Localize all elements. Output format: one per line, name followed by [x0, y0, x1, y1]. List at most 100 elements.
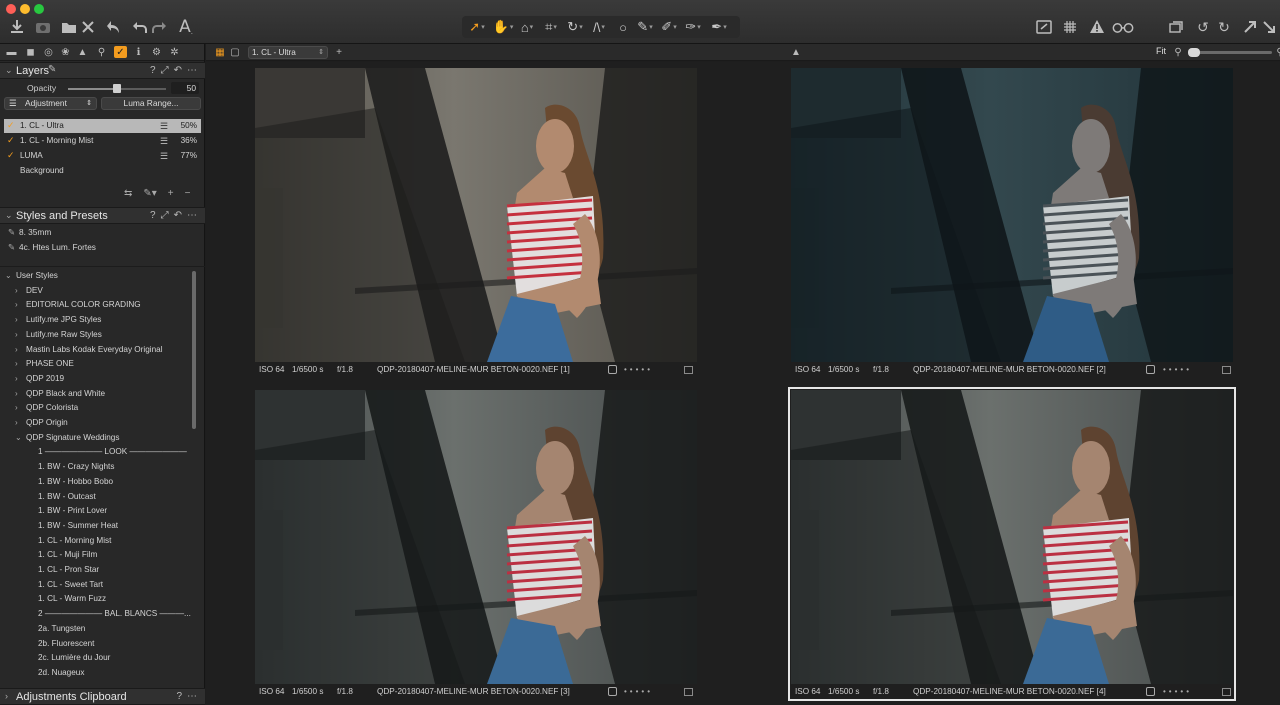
chevron-right-icon[interactable]: ›	[15, 298, 25, 312]
redo-icon[interactable]	[149, 17, 169, 37]
chevron-down-icon[interactable]: ⌄	[5, 65, 13, 76]
help-icon[interactable]: ?	[150, 65, 156, 76]
layer-row[interactable]: ✓ LUMA ☰ 77%	[4, 149, 201, 163]
details-tab-icon[interactable]: ⚲	[95, 46, 108, 58]
add-variant-icon[interactable]: +	[333, 46, 345, 58]
style-item[interactable]: 1. CL - Muji Film	[0, 548, 190, 562]
layer-brush-icon[interactable]: ✎▾	[143, 188, 156, 199]
camera-icon[interactable]	[33, 17, 53, 37]
window-minimize-button[interactable]	[20, 4, 30, 14]
stack-icon[interactable]	[1166, 17, 1186, 37]
color-tag-icon[interactable]	[684, 688, 693, 696]
style-folder[interactable]: › DEV	[0, 284, 190, 298]
rotate-icon[interactable]: ↻ ▾	[564, 18, 586, 36]
chevron-right-icon[interactable]: ›	[5, 691, 8, 701]
style-item[interactable]: 1. BW - Outcast	[0, 490, 190, 504]
zoom-out-icon[interactable]: ⚲	[1172, 46, 1184, 58]
pin-icon[interactable]: ⤢	[161, 65, 169, 76]
style-item[interactable]: 1. BW - Print Lover	[0, 504, 190, 518]
chevron-down-icon[interactable]: ⌄	[5, 210, 13, 221]
photo-thumbnail[interactable]	[791, 68, 1233, 362]
style-item[interactable]: 1. BW - Summer Heat	[0, 519, 190, 533]
lens-tab-icon[interactable]: ◎	[42, 46, 55, 58]
loupe-icon[interactable]: ⌂ ▾	[516, 18, 538, 36]
select-checkbox[interactable]	[608, 365, 617, 374]
variant-select[interactable]: 1. CL - Ultra ⇕	[248, 46, 328, 59]
help-icon[interactable]: ?	[150, 210, 156, 221]
style-item[interactable]: 1. CL - Pron Star	[0, 563, 190, 577]
loupe-tool-icon[interactable]	[1259, 17, 1279, 37]
clipboard-tool-header[interactable]: › Adjustments Clipboard ? ⋯	[0, 688, 205, 705]
warning-icon[interactable]	[1087, 17, 1107, 37]
undo-history-icon[interactable]	[103, 17, 123, 37]
add-layer-icon[interactable]: +	[168, 188, 174, 199]
glasses-icon[interactable]	[1110, 17, 1136, 37]
opacity-slider[interactable]	[68, 84, 166, 93]
select-checkbox[interactable]	[608, 687, 617, 696]
styles-tool-header[interactable]: ⌄ Styles and Presets ? ⤢ ↶ ⋯	[0, 207, 205, 224]
style-folder[interactable]: › Lutify.me JPG Styles	[0, 313, 190, 327]
chevron-right-icon[interactable]: ›	[15, 416, 25, 430]
grid-icon[interactable]	[1060, 17, 1080, 37]
more-icon[interactable]: ⋯	[187, 210, 197, 221]
import-icon[interactable]	[7, 17, 27, 37]
chevron-right-icon[interactable]: ›	[15, 387, 25, 401]
reset-icon[interactable]: ↶	[174, 210, 182, 221]
layer-check-icon[interactable]: ✓	[7, 151, 16, 160]
pin-icon[interactable]: ⤢	[161, 210, 169, 221]
applied-style[interactable]: ✎ 4c. Htes Lum. Fortes	[8, 242, 96, 252]
warning-icon[interactable]: ▲	[790, 46, 802, 58]
layer-settings-icon[interactable]: ☰	[160, 119, 168, 133]
edit-pen-icon[interactable]: ✎	[48, 64, 56, 75]
layer-check-icon[interactable]: ✓	[7, 121, 16, 130]
single-view-icon[interactable]: ▢	[229, 46, 241, 58]
layers-tool-header[interactable]: ⌄ Layers ✎ ? ⤢ ↶ ⋯	[0, 62, 205, 79]
layer-row[interactable]: Background	[4, 164, 201, 178]
style-item[interactable]: 2d. Nuageux	[0, 666, 190, 680]
eyedropper-icon[interactable]: ✒ ▾	[708, 18, 730, 36]
style-item[interactable]: 1. CL - Warm Fuzz	[0, 592, 190, 606]
photo-thumbnail[interactable]	[255, 68, 697, 362]
batch-tab-icon[interactable]: ✲	[168, 46, 181, 58]
star-rating[interactable]: •••••	[1163, 363, 1192, 377]
style-item[interactable]: 2c. Lumière du Jour	[0, 651, 190, 665]
circle-mask-icon[interactable]: ○	[612, 18, 634, 36]
metadata-tab-icon[interactable]: ℹ	[132, 46, 145, 58]
undo-icon[interactable]	[130, 17, 150, 37]
gradient-icon[interactable]: ✑ ▾	[682, 18, 704, 36]
select-checkbox[interactable]	[1146, 687, 1155, 696]
color-tag-icon[interactable]	[1222, 688, 1231, 696]
color-tag-icon[interactable]	[1222, 366, 1231, 374]
style-folder[interactable]: › QDP Colorista	[0, 401, 190, 415]
capture-tab-icon[interactable]: ◼	[24, 46, 37, 58]
color-tab-icon[interactable]: ❀	[59, 46, 72, 58]
layer-settings-icon[interactable]: ☰	[160, 149, 168, 163]
erase-icon[interactable]: ✐ ▾	[658, 18, 680, 36]
crop-icon[interactable]: ⌗ ▾	[540, 18, 562, 36]
rotate-right-icon[interactable]: ↻	[1214, 17, 1234, 37]
window-close-button[interactable]	[6, 4, 16, 14]
star-rating[interactable]: •••••	[624, 685, 653, 699]
styles-scrollbar[interactable]	[192, 271, 196, 429]
layer-row[interactable]: ✓ 1. CL - Morning Mist ☰ 36%	[4, 134, 201, 148]
pan-icon[interactable]: ✋ ▾	[492, 18, 514, 36]
layer-settings-icon[interactable]: ☰	[160, 134, 168, 148]
style-item[interactable]: 2a. Tungsten	[0, 622, 190, 636]
export-icon[interactable]	[59, 17, 79, 37]
fit-label[interactable]: Fit	[1156, 46, 1166, 56]
style-folder[interactable]: › Mastin Labs Kodak Everyday Original	[0, 343, 190, 357]
chevron-down-icon[interactable]: ⌄	[15, 431, 25, 445]
select-checkbox[interactable]	[1146, 365, 1155, 374]
style-folder-open[interactable]: ⌄ QDP Signature Weddings	[0, 431, 190, 445]
window-maximize-button[interactable]	[34, 4, 44, 14]
more-icon[interactable]: ⋯	[187, 65, 197, 76]
style-item[interactable]: 2 ——————— BAL. BLANCS ———...	[0, 607, 191, 621]
reset-icon[interactable]: ↶	[174, 65, 182, 76]
layer-merge-icon[interactable]: ⇆	[124, 188, 132, 199]
chevron-right-icon[interactable]: ›	[15, 357, 25, 371]
style-folder[interactable]: › QDP 2019	[0, 372, 190, 386]
chevron-right-icon[interactable]: ›	[15, 284, 25, 298]
output-tab-icon[interactable]: ⚙	[150, 46, 163, 58]
zoom-in-icon[interactable]: ⚲	[1274, 46, 1280, 58]
photo-thumbnail[interactable]	[255, 390, 697, 684]
